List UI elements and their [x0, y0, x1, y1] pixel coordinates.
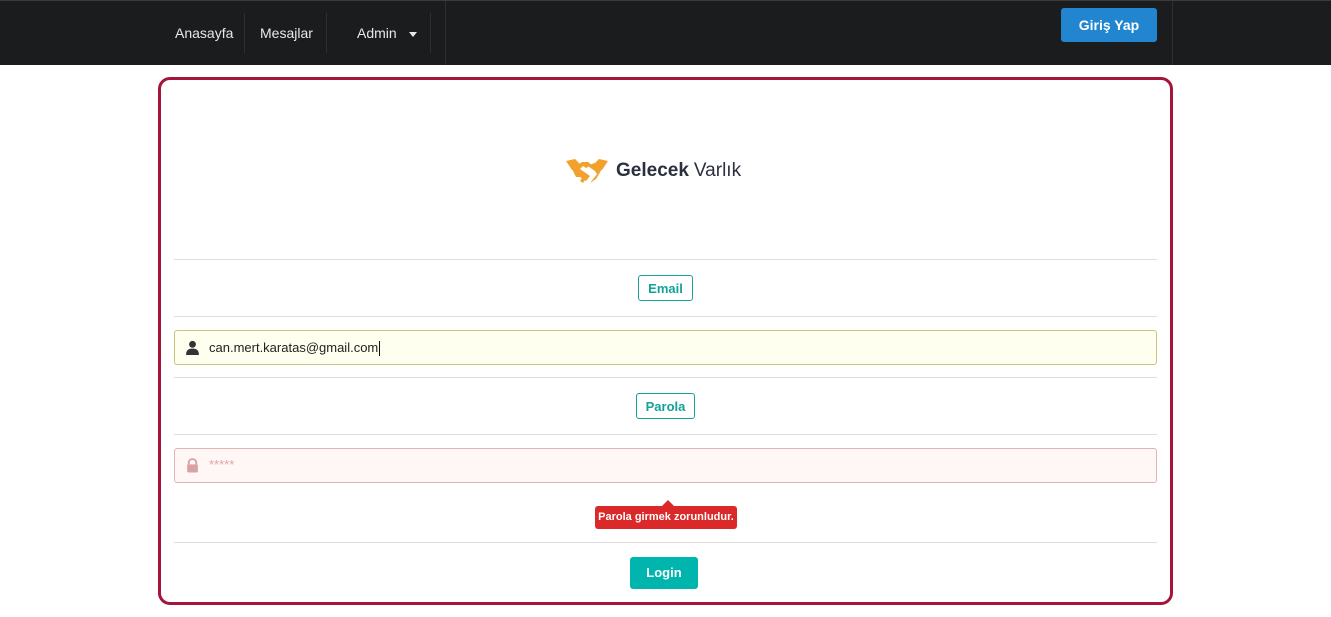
divider: [174, 377, 1157, 378]
nav-divider: [430, 13, 431, 53]
nav-item-admin-label: Admin: [357, 25, 397, 41]
nav-item-admin-dropdown[interactable]: Admin: [357, 1, 417, 65]
giris-yap-button[interactable]: Giriş Yap: [1061, 8, 1157, 42]
divider: [174, 542, 1157, 543]
nav-divider: [326, 13, 327, 53]
password-error-message: Parola girmek zorunludur.: [595, 506, 737, 529]
lock-icon: [187, 458, 198, 473]
email-value-text: can.mert.karatas@gmail.com: [209, 340, 379, 355]
password-placeholder: *****: [209, 457, 235, 472]
nav-divider: [244, 13, 245, 53]
nav-divider: [1172, 1, 1173, 65]
email-value: can.mert.karatas@gmail.com: [209, 331, 381, 364]
password-label: Parola: [636, 393, 695, 419]
logo-text-bold: Gelecek: [616, 160, 689, 181]
nav-item-anasayfa[interactable]: Anasayfa: [175, 1, 233, 65]
handshake-icon: [566, 159, 608, 183]
login-button[interactable]: Login: [630, 557, 698, 589]
nav-divider: [445, 1, 446, 65]
caret-down-icon: [408, 31, 417, 37]
email-label: Email: [638, 275, 693, 301]
top-navbar: Anasayfa Mesajlar Admin Giriş Yap: [0, 0, 1331, 65]
text-cursor: [379, 341, 381, 357]
logo-text-regular: Varlık: [693, 160, 742, 181]
divider: [174, 316, 1157, 317]
nav-item-mesajlar[interactable]: Mesajlar: [260, 1, 313, 65]
brand-logo: Gelecek Varlık: [566, 156, 741, 186]
divider: [174, 259, 1157, 260]
divider: [174, 434, 1157, 435]
email-field[interactable]: can.mert.karatas@gmail.com: [174, 330, 1157, 365]
password-field[interactable]: *****: [174, 448, 1157, 483]
user-icon: [186, 340, 199, 355]
